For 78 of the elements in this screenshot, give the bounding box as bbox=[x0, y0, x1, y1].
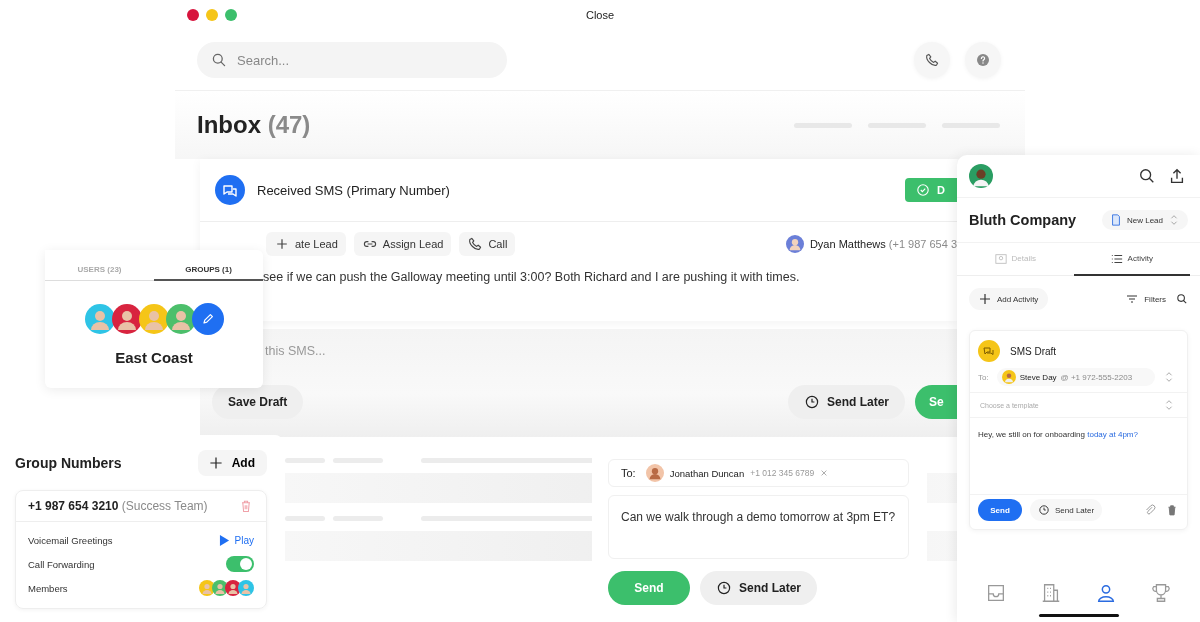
sms-title: Received SMS (Primary Number) bbox=[257, 182, 450, 198]
plus-icon bbox=[207, 455, 224, 471]
avatar bbox=[111, 303, 143, 335]
search-field[interactable]: Search... bbox=[197, 42, 507, 78]
reply-field[interactable]: this SMS... bbox=[263, 343, 567, 359]
phone-icon bbox=[924, 52, 940, 68]
filters-button[interactable]: Filters bbox=[1126, 293, 1166, 305]
window-title: Close bbox=[585, 9, 615, 21]
add-button[interactable]: Add bbox=[197, 450, 267, 476]
plus-icon bbox=[274, 236, 290, 252]
avatar bbox=[238, 580, 254, 596]
inbox-heading: Inbox (47) bbox=[197, 111, 311, 139]
phone-icon bbox=[467, 236, 484, 252]
minimize-window-button[interactable] bbox=[206, 9, 218, 21]
create-lead-button[interactable]: ate Lead bbox=[266, 232, 346, 256]
maximize-window-button[interactable] bbox=[225, 9, 237, 21]
status-dropdown[interactable]: New Lead bbox=[1101, 210, 1188, 230]
share-icon[interactable] bbox=[1168, 167, 1186, 185]
to-label: To: bbox=[978, 372, 989, 382]
chevron-icon[interactable] bbox=[1163, 399, 1175, 411]
section-title: Group Numbers bbox=[15, 455, 122, 471]
call-lead-button[interactable]: Call bbox=[459, 232, 516, 256]
send-button[interactable]: Send bbox=[978, 499, 1022, 521]
company-name: Bluth Company bbox=[969, 212, 1077, 228]
list-icon bbox=[1110, 252, 1123, 265]
toggle-switch[interactable] bbox=[226, 556, 254, 572]
tab[interactable]: GROUPS (1) bbox=[154, 260, 263, 281]
send-later-button[interactable]: Send Later bbox=[788, 385, 905, 419]
avatar[interactable] bbox=[969, 164, 993, 188]
paperclip-icon[interactable] bbox=[1143, 503, 1157, 517]
recipient-chip[interactable]: Steve Day @ +1 972-555-2203 bbox=[996, 368, 1155, 386]
send-later-button[interactable]: Send Later bbox=[700, 571, 817, 605]
group-name: East Coast bbox=[114, 349, 194, 366]
check-circle-icon bbox=[915, 182, 932, 198]
close-icon[interactable] bbox=[820, 469, 829, 477]
filter-icon bbox=[1126, 293, 1139, 305]
avatar bbox=[138, 303, 170, 335]
search-icon[interactable] bbox=[1138, 167, 1156, 185]
message-text: Hey, we still on for onboarding today at 4pm? bbox=[977, 429, 1139, 441]
message-field[interactable]: Can we walk through a demo tomorrow at 3pm ET? bbox=[608, 495, 909, 559]
phone-number: +1 987 654 3210 (Success Team) bbox=[28, 499, 208, 513]
avatar bbox=[645, 464, 664, 482]
plus-icon bbox=[979, 293, 991, 305]
edit-button[interactable] bbox=[192, 303, 224, 335]
add-activity-button[interactable]: Add Activity bbox=[969, 288, 1049, 310]
help-icon bbox=[975, 52, 991, 68]
message-text: see if we can push the Galloway meeting until 3:00? Both Richard and I are pushing it with times. bbox=[263, 270, 801, 284]
chevron-icon[interactable] bbox=[1163, 371, 1175, 383]
pencil-icon bbox=[200, 311, 216, 327]
id-card-icon bbox=[994, 252, 1007, 265]
save-draft-button[interactable]: Save Draft bbox=[212, 385, 304, 419]
draft-title: SMS Draft bbox=[1010, 345, 1057, 357]
search-icon[interactable] bbox=[1176, 293, 1188, 305]
trophy-icon[interactable] bbox=[1149, 582, 1172, 604]
chevron-icon bbox=[1168, 214, 1180, 226]
avatar bbox=[1001, 370, 1016, 384]
close-window-button[interactable] bbox=[187, 9, 199, 21]
chat-icon bbox=[978, 340, 1000, 362]
tab[interactable]: Activity bbox=[1073, 243, 1190, 276]
play-icon bbox=[218, 533, 230, 547]
setting-label: Voicemail Greetings bbox=[28, 534, 113, 546]
clock-icon bbox=[804, 394, 820, 410]
play-button[interactable]: Play bbox=[218, 533, 254, 547]
document-icon bbox=[1109, 214, 1122, 226]
clock-icon bbox=[716, 580, 732, 596]
setting-label: Members bbox=[28, 582, 68, 594]
contact-name: Dyan Matthews (+1 987 654 3 bbox=[809, 238, 957, 250]
setting-label: Call Forwarding bbox=[28, 558, 95, 570]
clock-icon bbox=[1038, 504, 1050, 516]
assign-lead-button[interactable]: Assign Lead bbox=[353, 232, 452, 256]
phone-button[interactable] bbox=[914, 42, 950, 78]
search-icon bbox=[211, 52, 227, 68]
chat-icon bbox=[215, 175, 245, 205]
help-button[interactable] bbox=[965, 42, 1001, 78]
avatar bbox=[84, 303, 116, 335]
avatar bbox=[785, 235, 804, 253]
send-later-button[interactable]: Send Later bbox=[1030, 499, 1103, 521]
recipient-field[interactable]: To: Jonathan Duncan +1 012 345 6789 bbox=[608, 459, 909, 487]
